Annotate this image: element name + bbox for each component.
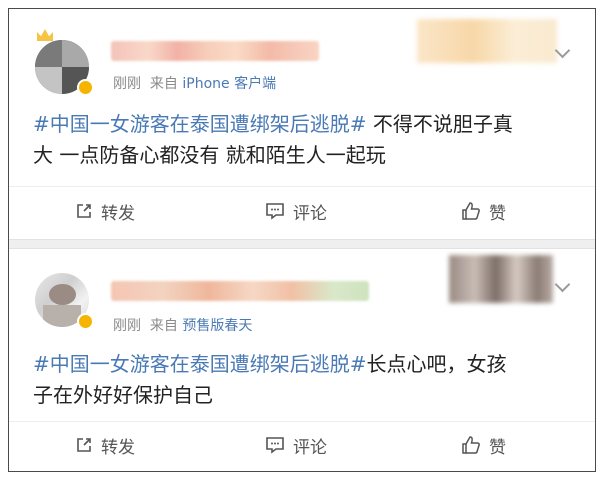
repost-label: 转发 — [101, 437, 135, 458]
verified-badge-icon — [77, 313, 94, 330]
chevron-down-icon[interactable] — [554, 276, 571, 293]
comment-button[interactable]: 评论 — [265, 196, 327, 226]
comment-button[interactable]: 评论 — [265, 430, 327, 460]
action-bar: 转发 评论 赞 — [9, 196, 595, 226]
post-text-line2: 子在外好好保护自己 — [33, 383, 213, 407]
comment-label: 评论 — [293, 203, 327, 224]
crown-icon — [37, 29, 53, 41]
like-label: 赞 — [489, 437, 506, 458]
source-client[interactable]: iPhone 客户端 — [182, 76, 276, 92]
repost-icon — [77, 438, 91, 452]
comment-icon — [266, 437, 284, 454]
like-button[interactable]: 赞 — [461, 430, 506, 460]
like-icon — [462, 202, 480, 220]
post-meta: 刚刚 来自 iPhone 客户端 — [113, 73, 276, 93]
divider — [9, 186, 595, 187]
divider — [9, 421, 595, 422]
username-blurred[interactable] — [111, 281, 369, 301]
hashtag-link[interactable]: #中国一女游客在泰国遭绑架后逃脱# — [33, 352, 367, 376]
post-card: 刚刚 来自 预售版春天 #中国一女游客在泰国遭绑架后逃脱#长点心吧，女孩 子在外… — [9, 249, 595, 471]
hashtag-link[interactable]: #中国一女游客在泰国遭绑架后逃脱# — [33, 112, 367, 136]
comment-label: 评论 — [293, 437, 327, 458]
promo-image-blurred — [417, 19, 557, 63]
post-text: #中国一女游客在泰国遭绑架后逃脱#长点心吧，女孩 子在外好好保护自己 — [33, 349, 581, 411]
card-separator — [9, 239, 595, 249]
action-bar: 转发 评论 赞 — [9, 430, 595, 460]
source-prefix: 来自 — [149, 76, 178, 92]
repost-button[interactable]: 转发 — [75, 196, 135, 226]
like-icon — [462, 436, 480, 454]
like-button[interactable]: 赞 — [461, 196, 506, 226]
promo-image-blurred — [449, 255, 553, 303]
post-meta: 刚刚 来自 预售版春天 — [113, 315, 252, 335]
verified-badge-icon — [77, 79, 94, 96]
username-blurred[interactable] — [111, 41, 319, 61]
source-client[interactable]: 预售版春天 — [182, 318, 252, 334]
post-time: 刚刚 — [113, 76, 141, 92]
post-text-line1: 长点心吧，女孩 — [366, 352, 507, 376]
feed-container: 刚刚 来自 iPhone 客户端 #中国一女游客在泰国遭绑架后逃脱# 不得不说胆… — [8, 8, 596, 472]
post-text: #中国一女游客在泰国遭绑架后逃脱# 不得不说胆子真 大 一点防备心都没有 就和陌… — [33, 109, 581, 171]
post-text-line2: 大 一点防备心都没有 就和陌生人一起玩 — [33, 143, 386, 167]
repost-button[interactable]: 转发 — [75, 430, 135, 460]
repost-icon — [77, 204, 91, 218]
source-prefix: 来自 — [149, 318, 178, 334]
chevron-down-icon[interactable] — [554, 42, 571, 59]
like-label: 赞 — [489, 203, 506, 224]
comment-icon — [266, 203, 284, 220]
post-text-line1: 不得不说胆子真 — [366, 112, 513, 136]
repost-label: 转发 — [101, 203, 135, 224]
post-card: 刚刚 来自 iPhone 客户端 #中国一女游客在泰国遭绑架后逃脱# 不得不说胆… — [9, 9, 595, 239]
post-time: 刚刚 — [113, 318, 141, 334]
